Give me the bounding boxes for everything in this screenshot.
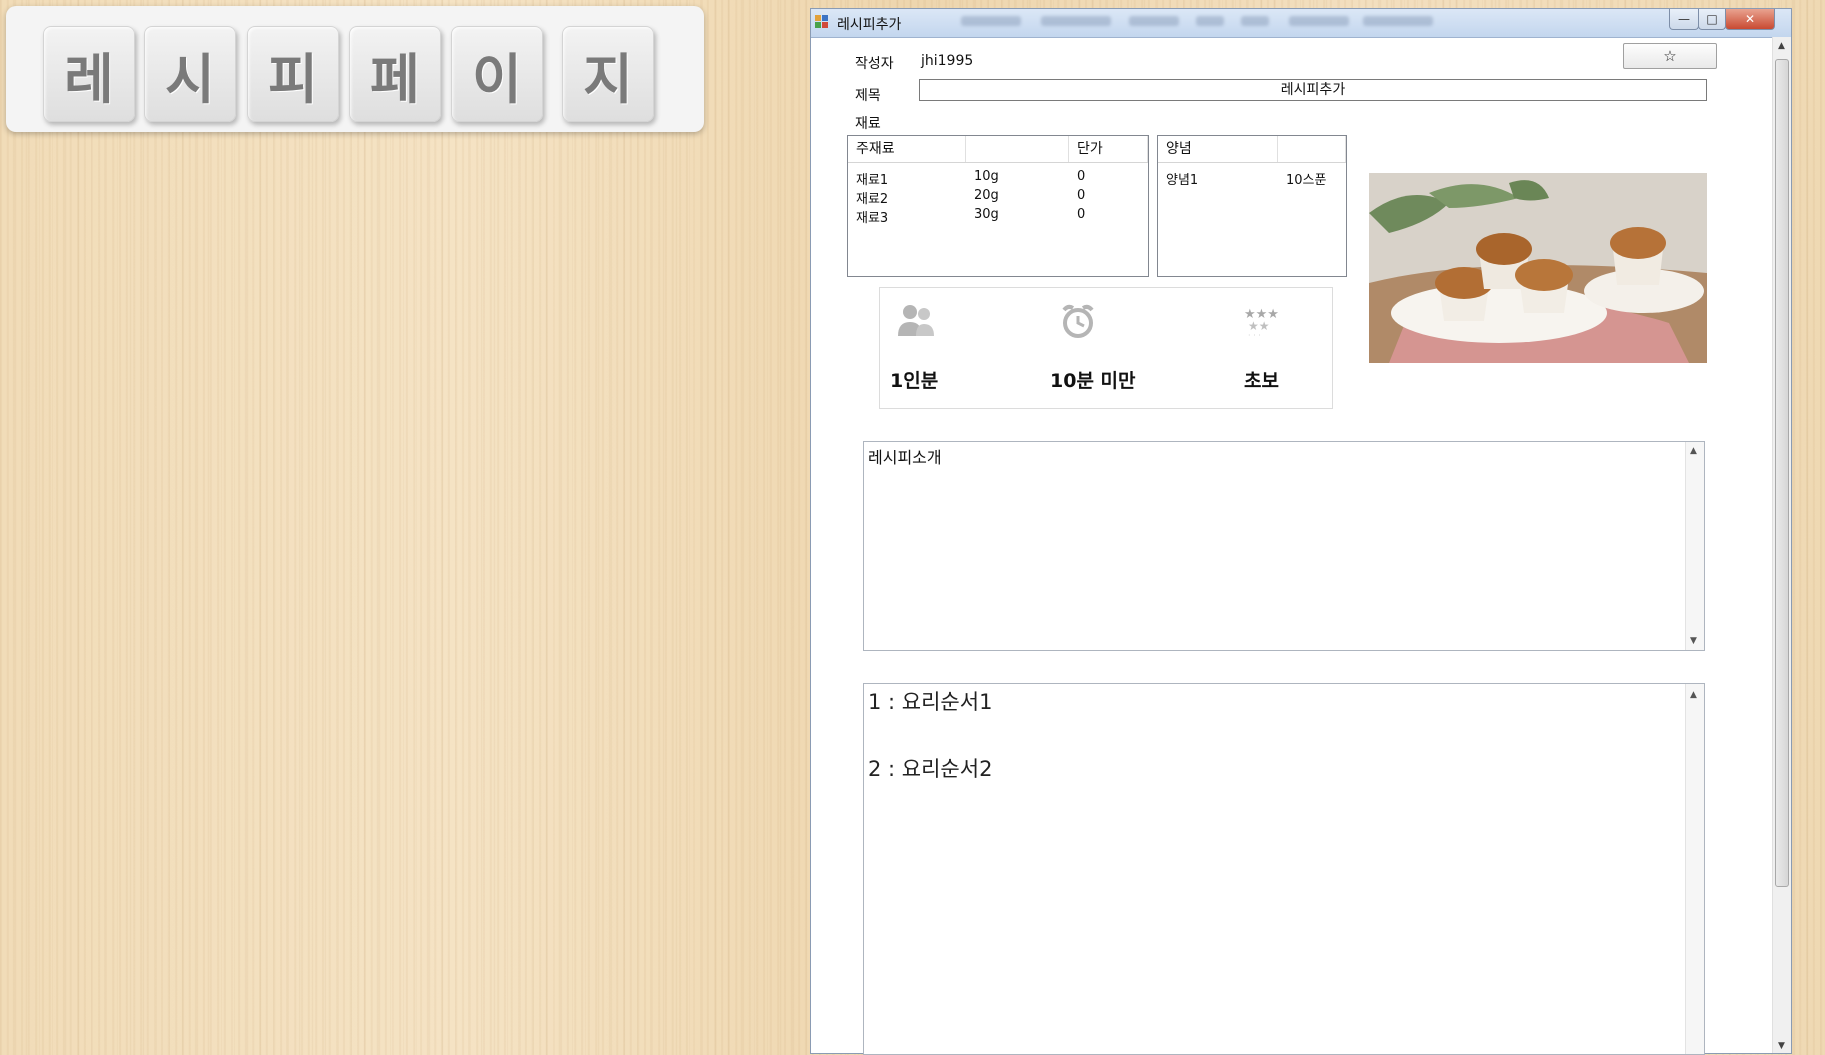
title-tile: 지 xyxy=(562,26,654,122)
step-line: 1 : 요리순서1 xyxy=(868,690,993,714)
table-row[interactable]: 재료2 20g 0 xyxy=(848,186,1148,207)
blurred-text xyxy=(1363,16,1433,26)
title-tile: 이 xyxy=(451,26,543,122)
title-tile: 피 xyxy=(247,26,339,122)
column-header[interactable]: 주재료 xyxy=(848,136,966,162)
recipe-info-panel: ★★★ ★★ · · · 1인분 10분 미만 초보 xyxy=(879,287,1333,409)
cell: 10스푼 xyxy=(1286,173,1327,188)
difficulty-value: 초보 xyxy=(1244,370,1279,392)
column-header[interactable]: 양념 xyxy=(1158,136,1278,162)
time-value: 10분 미만 xyxy=(1050,370,1136,392)
alarm-clock-icon xyxy=(1056,302,1100,342)
textarea-scrollbar[interactable]: ▲ ▼ xyxy=(1685,442,1704,650)
table-row[interactable]: 양념1 10스푼 xyxy=(1158,167,1346,188)
list-header: 주재료 단가 xyxy=(848,136,1148,163)
column-header[interactable] xyxy=(1278,136,1346,162)
scroll-up-icon[interactable]: ▲ xyxy=(1690,446,1697,456)
blurred-text xyxy=(1129,16,1179,26)
recipe-photo[interactable] xyxy=(1369,173,1707,363)
main-ingredients-list[interactable]: 주재료 단가 재료1 10g 0 재료2 20g 0 재료3 30g 0 xyxy=(847,135,1149,277)
textarea-scrollbar[interactable]: ▲ xyxy=(1685,684,1704,1054)
column-header[interactable] xyxy=(966,136,1069,162)
steps-textarea[interactable]: 1 : 요리순서1 2 : 요리순서2 ▲ xyxy=(863,683,1705,1055)
cell: 20g xyxy=(974,188,999,203)
window-scrollbar[interactable]: ▲ ▼ xyxy=(1772,37,1791,1053)
title-tile: 레 xyxy=(43,26,135,122)
people-icon xyxy=(894,302,938,342)
cell: 0 xyxy=(1077,188,1086,203)
blurred-text xyxy=(1241,16,1269,26)
window-titlebar[interactable]: 레시피추가 — □ ✕ xyxy=(811,9,1791,38)
ingredients-label: 재료 xyxy=(855,116,881,132)
scroll-up-icon[interactable]: ▲ xyxy=(1778,41,1785,51)
cell: 0 xyxy=(1077,207,1086,222)
app-window-icon xyxy=(815,15,829,29)
maximize-button[interactable]: □ xyxy=(1698,9,1726,30)
scroll-thumb[interactable] xyxy=(1775,59,1789,887)
cell: 10g xyxy=(974,169,999,184)
intro-textarea[interactable]: 레시피소개 ▲ ▼ xyxy=(863,441,1705,651)
column-header[interactable]: 단가 xyxy=(1069,136,1148,162)
intro-text: 레시피소개 xyxy=(868,448,942,467)
cell: 양념1 xyxy=(1166,173,1199,188)
title-input[interactable]: 레시피추가 xyxy=(919,79,1707,101)
window-title: 레시피추가 xyxy=(837,17,902,33)
author-label: 작성자 xyxy=(855,56,894,72)
servings-value: 1인분 xyxy=(890,370,939,392)
recipe-add-window: 레시피추가 — □ ✕ 작성자 jhi1995 ☆ 제목 레시피추가 재료 주재… xyxy=(810,8,1792,1055)
step-line: 2 : 요리순서2 xyxy=(868,757,993,781)
title-tiles-panel: 레 시 피 페 이 지 xyxy=(6,6,704,132)
scroll-down-icon[interactable]: ▼ xyxy=(1690,636,1697,646)
close-button[interactable]: ✕ xyxy=(1725,9,1775,30)
title-label: 제목 xyxy=(855,88,881,104)
title-tile: 페 xyxy=(349,26,441,122)
blurred-text xyxy=(1289,16,1349,26)
author-value: jhi1995 xyxy=(921,53,974,69)
list-header: 양념 xyxy=(1158,136,1346,163)
svg-text:· · ·: · · · xyxy=(1248,331,1261,340)
stars-icon: ★★★ ★★ · · · xyxy=(1240,302,1284,342)
seasonings-list[interactable]: 양념 양념1 10스푼 xyxy=(1157,135,1347,277)
cell: 30g xyxy=(974,207,999,222)
blurred-text xyxy=(1196,16,1224,26)
table-row[interactable]: 재료3 30g 0 xyxy=(848,205,1148,226)
minimize-button[interactable]: — xyxy=(1669,9,1699,30)
scroll-down-icon[interactable]: ▼ xyxy=(1778,1041,1785,1051)
title-tile: 시 xyxy=(144,26,236,122)
scroll-up-icon[interactable]: ▲ xyxy=(1690,690,1697,700)
favorite-button[interactable]: ☆ xyxy=(1623,43,1717,69)
cell: 0 xyxy=(1077,169,1086,184)
blurred-text xyxy=(961,16,1021,26)
cell: 재료3 xyxy=(856,211,889,226)
blurred-text xyxy=(1041,16,1111,26)
table-row[interactable]: 재료1 10g 0 xyxy=(848,167,1148,188)
